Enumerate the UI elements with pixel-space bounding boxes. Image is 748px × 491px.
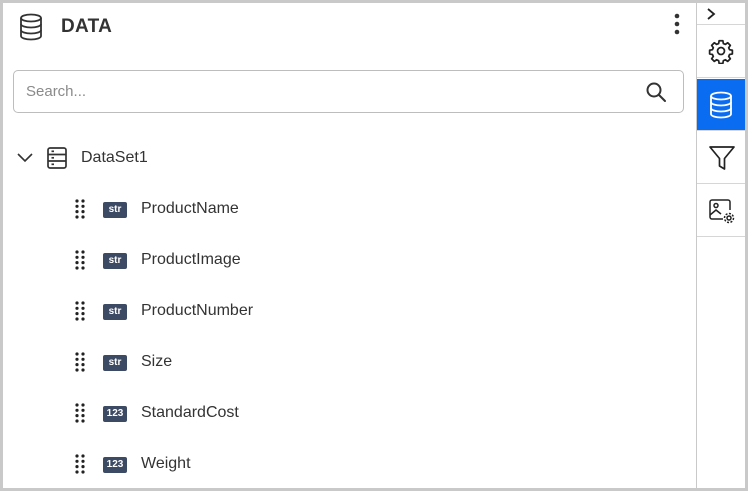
gear-icon bbox=[708, 39, 734, 64]
field-label: ProductImage bbox=[141, 251, 241, 268]
type-badge-string-icon: str bbox=[103, 202, 127, 218]
field-item-productimage[interactable]: str ProductImage bbox=[3, 242, 696, 278]
image-settings-icon bbox=[709, 199, 735, 224]
search-box bbox=[13, 70, 684, 113]
field-item-productnumber[interactable]: str ProductNumber bbox=[3, 293, 696, 329]
drag-handle-icon[interactable] bbox=[74, 351, 86, 373]
drag-handle-icon[interactable] bbox=[74, 300, 86, 322]
type-badge-number-icon: 123 bbox=[103, 457, 127, 473]
type-badge-string-icon: str bbox=[103, 253, 127, 269]
drag-handle-icon[interactable] bbox=[74, 198, 86, 220]
right-toolbar bbox=[696, 3, 745, 488]
field-label: ProductNumber bbox=[141, 302, 254, 319]
field-label: ProductName bbox=[141, 200, 239, 217]
field-item-weight[interactable]: 123 Weight bbox=[3, 446, 696, 482]
toolbar-properties-button[interactable] bbox=[697, 26, 745, 78]
field-label: Weight bbox=[141, 455, 191, 472]
search-icon[interactable] bbox=[645, 81, 667, 103]
toolbar-image-settings-button[interactable] bbox=[697, 185, 745, 237]
field-label: StandardCost bbox=[141, 404, 239, 421]
more-vertical-icon bbox=[674, 13, 680, 35]
toolbar-data-button[interactable] bbox=[697, 79, 745, 131]
field-item-size[interactable]: str Size bbox=[3, 344, 696, 380]
collapse-panel-button[interactable] bbox=[697, 3, 745, 25]
field-item-standardcost[interactable]: 123 StandardCost bbox=[3, 395, 696, 431]
type-badge-string-icon: str bbox=[103, 304, 127, 320]
drag-handle-icon[interactable] bbox=[74, 249, 86, 271]
type-badge-number-icon: 123 bbox=[103, 406, 127, 422]
chevron-down-icon[interactable] bbox=[16, 151, 34, 165]
server-icon bbox=[47, 147, 67, 169]
type-badge-string-icon: str bbox=[103, 355, 127, 371]
field-item-productname[interactable]: str ProductName bbox=[3, 191, 696, 227]
database-icon bbox=[710, 91, 732, 119]
panel-header: DATA bbox=[3, 3, 696, 49]
tree-dataset-node[interactable]: DataSet1 bbox=[3, 140, 696, 176]
drag-handle-icon[interactable] bbox=[74, 453, 86, 475]
chevron-right-icon bbox=[707, 8, 716, 20]
dataset-label: DataSet1 bbox=[81, 149, 148, 166]
drag-handle-icon[interactable] bbox=[74, 402, 86, 424]
data-panel: DATA DataSet1 str bbox=[3, 3, 696, 488]
database-icon bbox=[20, 13, 42, 41]
filter-icon bbox=[709, 146, 735, 170]
field-label: Size bbox=[141, 353, 173, 370]
page-title: DATA bbox=[61, 16, 113, 37]
toolbar-filter-button[interactable] bbox=[697, 132, 745, 184]
more-options-button[interactable] bbox=[667, 11, 687, 41]
search-input[interactable] bbox=[26, 77, 626, 106]
